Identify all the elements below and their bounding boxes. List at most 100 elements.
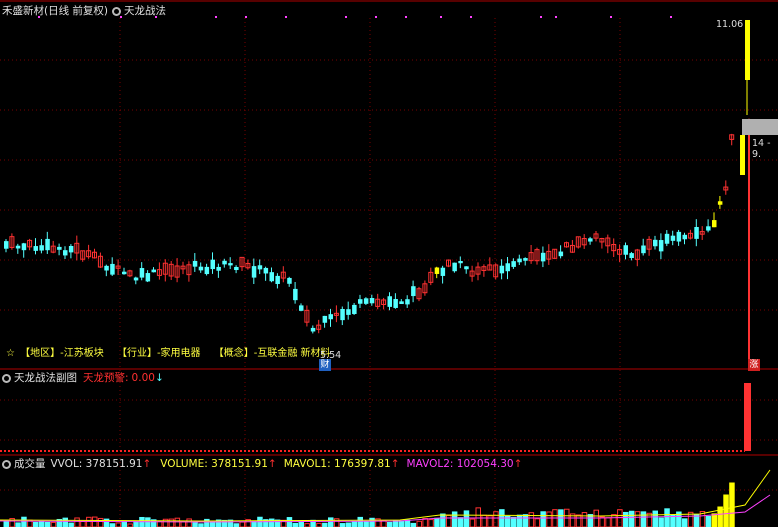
candle-body [310, 327, 316, 332]
candle-body [458, 260, 463, 264]
mavol2-arrow-icon: ↑ [513, 458, 523, 470]
volume-bar [168, 518, 175, 527]
finance-badge[interactable]: 财 [319, 359, 331, 371]
signal-dot [375, 16, 377, 18]
candle-body [363, 298, 369, 304]
indicator-name[interactable]: 天龙战法 [124, 4, 166, 18]
volume-bar [369, 517, 375, 527]
candle-body [676, 231, 682, 242]
candle-body [641, 245, 646, 254]
candle-body [658, 240, 664, 252]
sub-title[interactable]: 天龙战法副图 [14, 371, 77, 385]
candle-body [263, 267, 269, 274]
candle-body [558, 251, 564, 257]
candle-body [21, 243, 27, 251]
candle-body [505, 263, 510, 272]
volume-bar [363, 521, 369, 527]
candle-body [464, 266, 469, 270]
volume-bar [534, 518, 540, 527]
candle-body [322, 315, 328, 323]
candle-body [523, 258, 528, 261]
region-tag[interactable]: 【地区】-江苏板块 [20, 348, 104, 359]
volume-bar [239, 521, 245, 527]
volume-bar [97, 517, 104, 527]
high-price-label: 11.06 [716, 19, 744, 30]
volume-bar [664, 508, 670, 527]
limit-up-badge[interactable]: 涨 [748, 359, 760, 371]
candle-body [234, 266, 239, 271]
volume-bar [50, 521, 57, 527]
volume-title[interactable]: 成交量 [14, 457, 46, 471]
signal-dot [215, 16, 217, 18]
candle-body [540, 252, 546, 262]
candle-body [653, 239, 658, 247]
main-header: 禾盛新材(日线 前复权) 天龙战法 [0, 4, 166, 18]
volume-bar [628, 510, 635, 527]
volume-bar [493, 511, 499, 527]
candle-body [664, 233, 670, 244]
signal-dot [245, 16, 247, 18]
volume-bar [145, 517, 151, 527]
concept-tag[interactable]: 【概念】-互联金融 新材料 [214, 348, 331, 359]
candle-body [68, 245, 74, 253]
candle-body [269, 272, 274, 282]
candle-body [717, 201, 723, 205]
volume-bar [599, 516, 605, 527]
vvol-readout: VVOL: 378151.91 [50, 458, 143, 470]
warning-value: 0.00 [131, 372, 155, 384]
stock-title[interactable]: 禾盛新材(日线 前复权) [2, 4, 108, 18]
volume-bar [121, 521, 127, 527]
star-icon: ☆ [6, 348, 15, 359]
candle-body [299, 305, 304, 311]
volume-bar [705, 515, 712, 527]
candle-body [228, 263, 233, 266]
volume-bar [33, 521, 39, 527]
candle-body [358, 299, 363, 304]
volume-bar [286, 517, 293, 527]
volume-bar [404, 519, 411, 527]
volume-bar [481, 514, 487, 527]
candle-body [210, 259, 215, 270]
candle-body [39, 245, 44, 251]
kline-chart[interactable] [0, 0, 778, 527]
volume-bar [575, 514, 582, 527]
candle-body [706, 226, 711, 231]
volume-bar [528, 512, 535, 527]
candle-body [328, 314, 333, 320]
indicator-toggle-icon[interactable] [112, 6, 122, 16]
volume-bar [80, 520, 86, 527]
volume-bar [463, 510, 470, 527]
volume-bar [457, 517, 464, 527]
volume-bar [292, 522, 299, 527]
volume-bar [174, 517, 181, 527]
signal-candle [745, 20, 750, 80]
volume-bar [351, 521, 358, 527]
down-arrow-icon: ↓ [154, 372, 164, 384]
candle-body [499, 265, 505, 274]
warning-bar [744, 383, 751, 451]
volume-bar [139, 516, 145, 527]
candle-body [399, 301, 404, 305]
volume-toggle-icon[interactable] [2, 459, 11, 469]
volume-bar [440, 513, 446, 527]
candle-body [251, 266, 257, 278]
candle-body [287, 277, 292, 284]
candlesticks[interactable] [4, 20, 750, 334]
volume-bar [328, 517, 334, 527]
volume-bar [546, 511, 552, 527]
volume-bar [422, 517, 428, 527]
volume-bar [682, 518, 688, 527]
signal-dot [610, 16, 612, 18]
industry-tag[interactable]: 【行业】-家用电器 [117, 348, 201, 359]
candle-body [452, 262, 457, 272]
candle-body [670, 235, 676, 241]
candle-body [110, 263, 115, 275]
volume-bar [86, 516, 92, 527]
candle-body [145, 273, 151, 282]
stock-info-bar: ☆ 【地区】-江苏板块 【行业】-家用电器 【概念】-互联金融 新材料 [6, 344, 341, 359]
volume-bar [611, 514, 617, 527]
candle-body [151, 269, 156, 273]
sub-toggle-icon[interactable] [2, 373, 11, 383]
candle-body [517, 258, 522, 263]
volume-bar [339, 523, 346, 527]
